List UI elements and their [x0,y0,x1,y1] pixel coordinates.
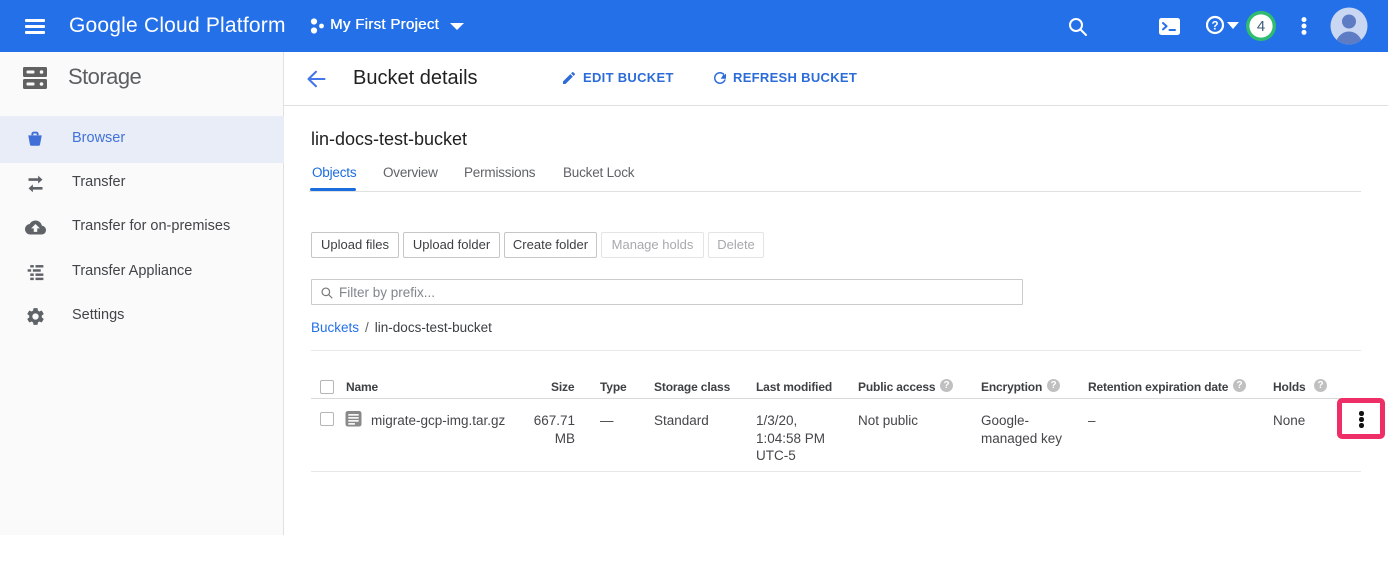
svg-text:?: ? [1211,21,1218,33]
svg-text:4: 4 [1257,18,1265,35]
